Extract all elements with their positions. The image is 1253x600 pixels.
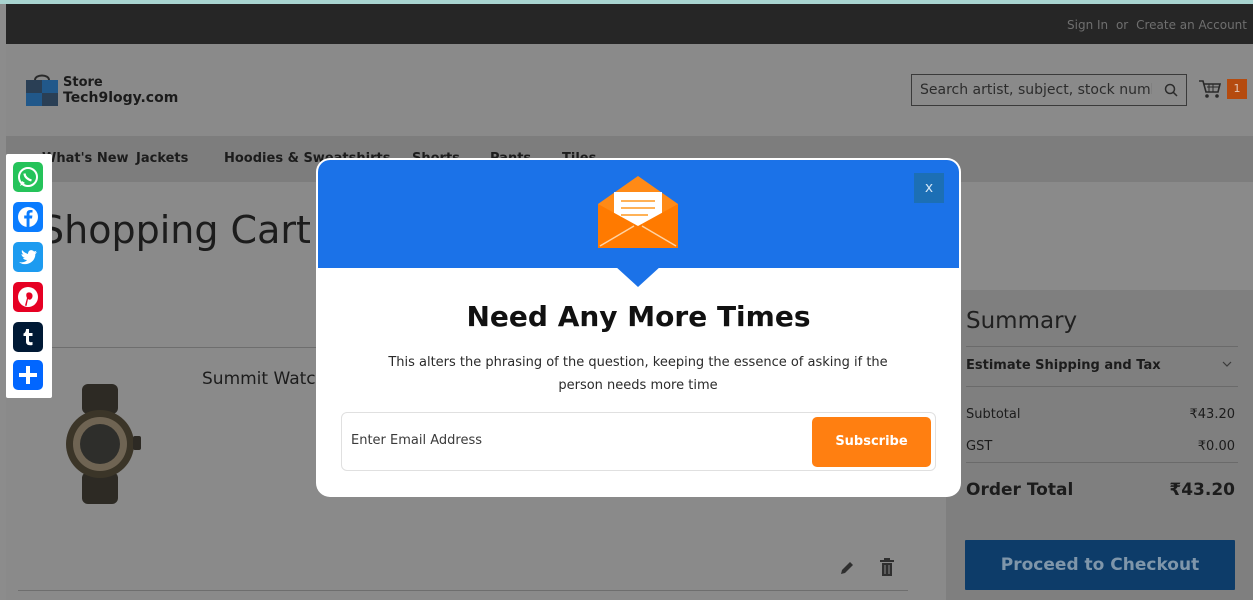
sign-in-link[interactable]: Sign In [1067,18,1108,32]
create-account-link[interactable]: Create an Account [1136,18,1247,32]
proceed-to-checkout-button[interactable]: Proceed to Checkout [965,540,1235,590]
subtotal-value: ₹43.20 [1189,407,1236,422]
puzzle-logo-icon [26,74,58,106]
order-total-label: Order Total [966,480,1074,500]
pinterest-share-button[interactable] [13,282,43,312]
pinterest-icon [18,287,38,307]
nav-item-whats-new[interactable]: What's New [42,151,129,166]
summary-divider [966,386,1238,387]
whatsapp-share-button[interactable] [13,162,43,192]
order-summary: Summary Estimate Shipping and Tax Subtot… [946,290,1253,600]
edit-pencil-icon[interactable] [839,560,855,576]
cart-icon[interactable] [1198,78,1222,100]
envelope-icon [598,176,678,248]
newsletter-modal: x Need Any More Times This alters the ph… [318,160,959,495]
estimate-shipping-toggle[interactable]: Estimate Shipping and Tax [966,358,1161,373]
search-box[interactable]: Search artist, subject, stock number [911,74,1187,106]
tumblr-icon [23,329,33,346]
order-total-value: ₹43.20 [1169,480,1235,500]
facebook-icon [18,207,38,227]
cart-divider-bottom [18,590,908,591]
cart-count-badge[interactable]: 1 [1227,79,1247,99]
summary-title: Summary [966,308,1078,334]
modal-close-button[interactable]: x [914,173,944,203]
trash-icon[interactable] [879,558,895,576]
nav-item-jackets[interactable]: Jackets [136,151,188,166]
modal-description: This alters the phrasing of the question… [388,355,888,393]
banner-pointer [615,266,661,287]
search-icon[interactable] [1164,83,1178,97]
chevron-down-icon[interactable] [1222,360,1232,368]
twitter-share-button[interactable] [13,242,43,272]
product-image[interactable] [50,384,160,504]
social-share-bar [6,154,52,398]
logo-text-domain: Tech9logy.com [63,90,179,106]
gst-value: ₹0.00 [1197,439,1235,454]
facebook-share-button[interactable] [13,202,43,232]
logo-text-store: Store [63,75,103,90]
product-name-link[interactable]: Summit Watch [202,369,326,389]
summary-divider [966,462,1238,463]
store-logo[interactable]: Store Tech9logy.com [25,66,205,114]
summary-divider [966,346,1238,347]
share-plus-button[interactable] [13,360,43,390]
twitter-icon [19,250,37,265]
subtotal-label: Subtotal [966,407,1021,422]
gst-label: GST [966,439,993,454]
share-plus-icon [19,366,37,384]
search-input[interactable]: Search artist, subject, stock number [920,82,1152,98]
or-text: or [1115,18,1129,32]
email-input[interactable]: Enter Email Address [351,433,751,448]
account-links: Sign In or Create an Account [1067,18,1247,32]
top-bar: Sign In or Create an Account [6,4,1253,44]
modal-headline: Need Any More Times [466,300,811,333]
site-header: Store Tech9logy.com Search artist, subje… [6,44,1253,136]
subscribe-form: Enter Email Address Subscribe [341,412,936,471]
tumblr-share-button[interactable] [13,322,43,352]
page-title: Shopping Cart [40,208,311,252]
subscribe-button[interactable]: Subscribe [812,417,931,467]
whatsapp-icon [18,167,38,187]
